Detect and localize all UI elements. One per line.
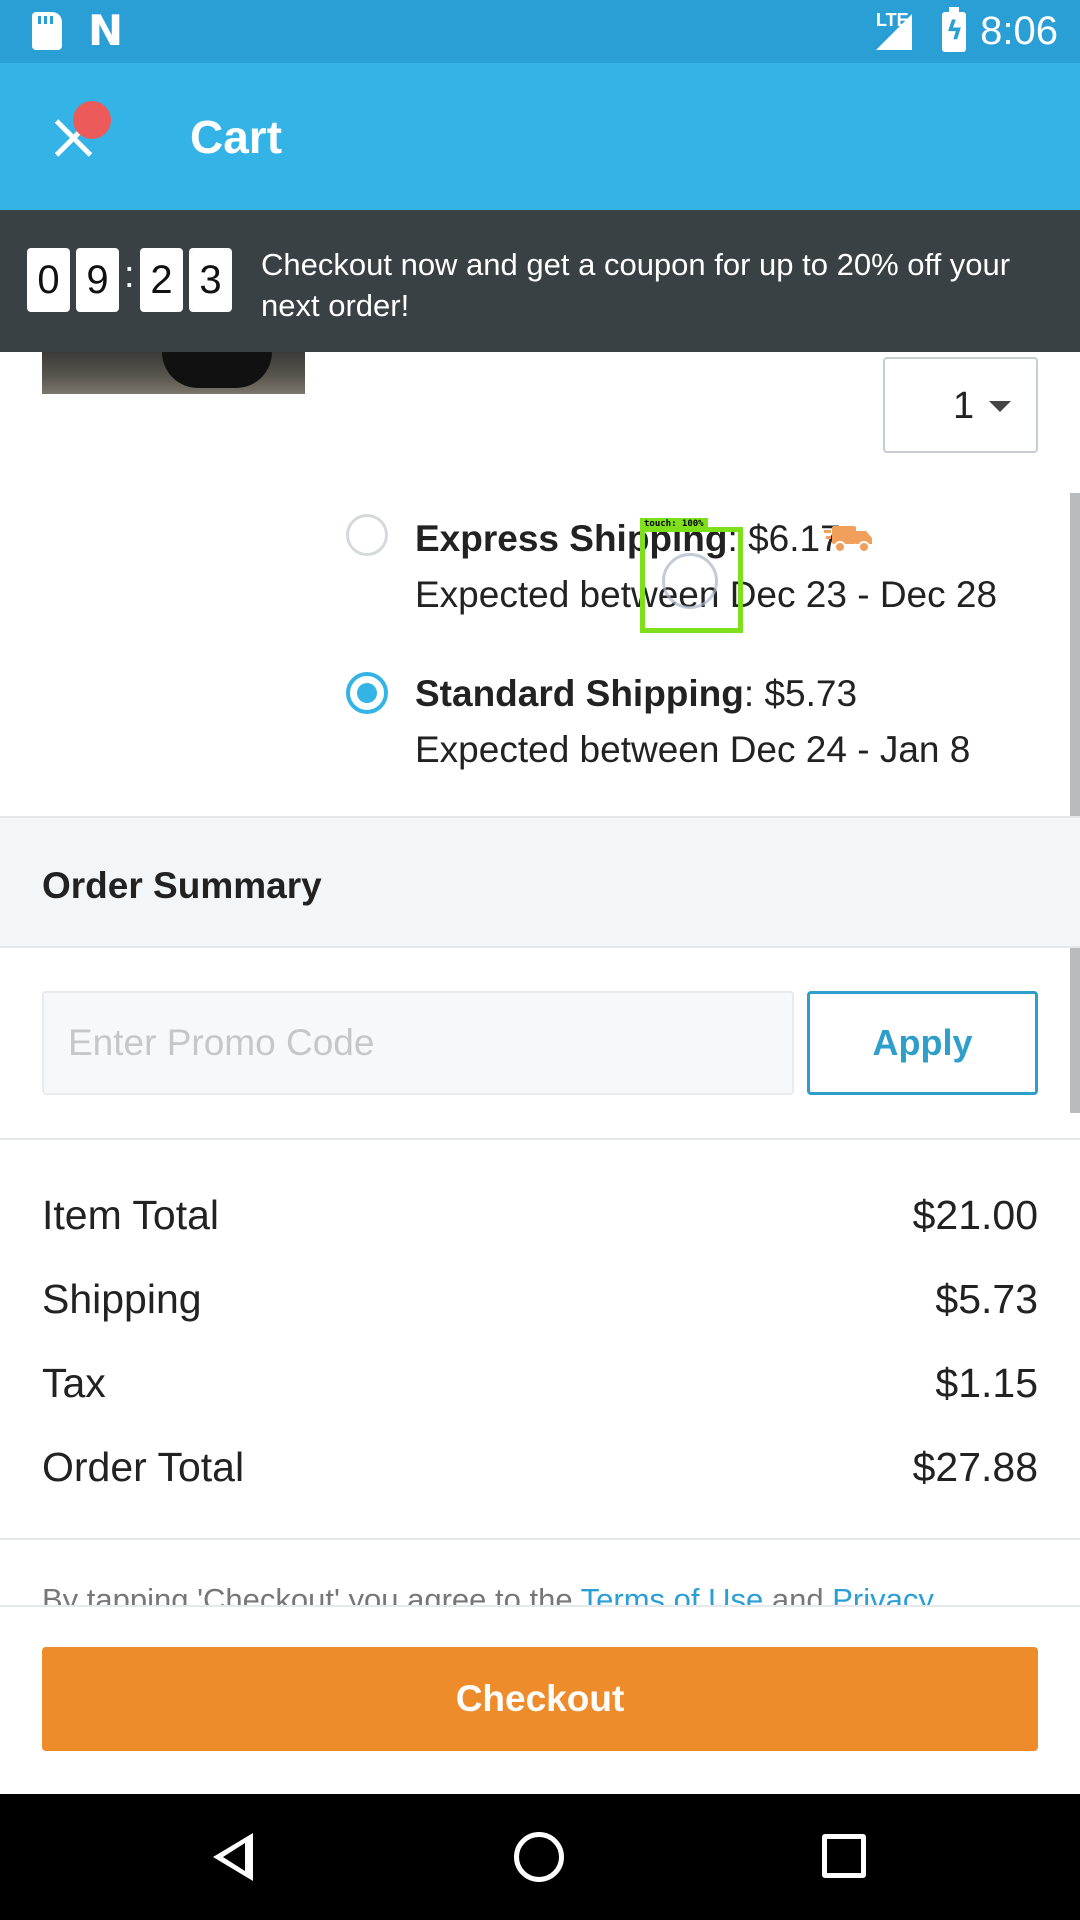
countdown-digit: 2 xyxy=(140,248,183,312)
express-shipping-radio[interactable] xyxy=(346,514,388,556)
countdown-digit: 3 xyxy=(189,248,232,312)
shipping-name: Standard Shipping xyxy=(415,673,744,714)
promo-code-input[interactable] xyxy=(42,991,794,1095)
network-type: LTE xyxy=(876,10,909,30)
app-bar xyxy=(0,63,1080,210)
touch-indicator-label: touch: 100% xyxy=(640,518,708,530)
touch-ripple xyxy=(662,553,718,609)
row-label: Order Total xyxy=(42,1444,245,1490)
terms-prefix: By tapping 'Checkout' you agree to the xyxy=(42,1582,581,1606)
terms-middle: and xyxy=(763,1582,833,1606)
truck-icon xyxy=(824,526,872,553)
coupon-banner: 0 9 : 2 3 Checkout now and get a coupon … xyxy=(0,210,1080,352)
standard-shipping-radio[interactable] xyxy=(346,672,388,714)
standard-shipping-title[interactable]: Standard Shipping: $5.73 xyxy=(415,673,857,715)
shipping-price: : $5.73 xyxy=(743,673,858,714)
terms-of-use-link[interactable]: Terms of Use xyxy=(581,1582,764,1606)
standard-shipping-expected: Expected between Dec 24 - Jan 8 xyxy=(415,729,971,770)
banner-message: Checkout now and get a coupon for up to … xyxy=(261,247,1011,323)
order-summary-header: Order Summary xyxy=(0,816,1080,948)
battery-icon: ϟ xyxy=(942,7,966,52)
countdown-digit: 0 xyxy=(27,248,70,312)
shipping-row: Shipping $5.73 xyxy=(42,1276,1038,1336)
status-bar: N LTE ϟ 8:06 xyxy=(0,0,1080,63)
express-shipping-title[interactable]: Express Shipping: $6.17 xyxy=(415,518,841,560)
row-label: Item Total xyxy=(42,1192,219,1238)
recent-apps-icon[interactable] xyxy=(822,1834,866,1878)
row-amount: $5.73 xyxy=(935,1276,1038,1322)
order-total-row: Order Total $27.88 xyxy=(42,1444,1038,1504)
privacy-link[interactable]: Privacy xyxy=(832,1582,934,1606)
notification-dot xyxy=(73,101,111,139)
terms-notice: By tapping 'Checkout' you agree to the T… xyxy=(42,1580,1042,1606)
clock: 8:06 xyxy=(980,9,1058,53)
order-summary-title: Order Summary xyxy=(42,865,322,906)
quantity-value: 1 xyxy=(953,385,975,427)
row-label: Tax xyxy=(42,1360,106,1406)
scrollbar[interactable] xyxy=(1070,493,1080,1113)
home-icon[interactable] xyxy=(514,1832,564,1882)
n-logo-icon: N xyxy=(88,6,124,55)
item-total-row: Item Total $21.00 xyxy=(42,1192,1038,1252)
countdown-digit: 9 xyxy=(76,248,119,312)
apply-button[interactable]: Apply xyxy=(807,991,1038,1095)
sd-card-icon xyxy=(32,12,62,50)
countdown-separator: : xyxy=(124,254,135,296)
divider xyxy=(0,1138,1080,1140)
page-title: Cart xyxy=(190,111,283,163)
product-image[interactable] xyxy=(42,352,305,394)
row-amount: $1.15 xyxy=(935,1360,1038,1406)
tax-row: Tax $1.15 xyxy=(42,1360,1038,1420)
caret-down-icon xyxy=(989,401,1011,412)
checkout-button[interactable]: Checkout xyxy=(42,1647,1038,1751)
row-label: Shipping xyxy=(42,1276,202,1322)
row-amount: $27.88 xyxy=(912,1444,1038,1490)
row-amount: $21.00 xyxy=(912,1192,1038,1238)
back-icon[interactable] xyxy=(213,1833,253,1881)
divider xyxy=(0,1538,1080,1540)
quantity-dropdown[interactable]: 1 xyxy=(883,357,1038,453)
